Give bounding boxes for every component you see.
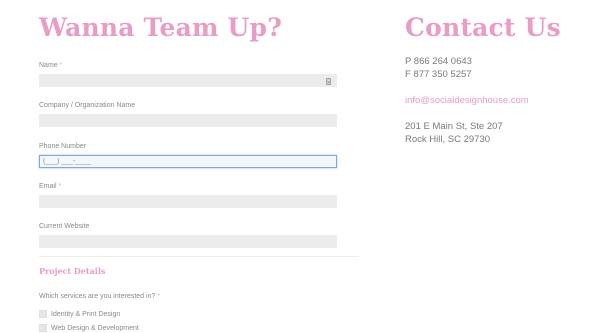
contact-heading: Contact Us [405,13,561,42]
phone-label: Phone Number [39,142,337,151]
email-field-group: Email * [39,182,337,208]
website-label: Current Website [39,222,337,231]
service-option-identity[interactable]: Identity & Print Design [39,310,120,318]
email-label-text: Email [39,183,57,190]
contact-address-line2: Rock Hill, SC 29730 [405,134,491,145]
project-details-title: Project Details [39,266,106,276]
form-heading: Wanna Team Up? [39,13,283,42]
phone-label-text: Phone Number [39,143,87,150]
name-field-group: Name * [39,61,337,87]
name-label-text: Name [39,62,58,69]
contact-fax: F 877 350 5257 [405,69,472,80]
company-label-text: Company / Organization Name [39,102,136,109]
services-question-text: Which services are you interested in? [39,293,156,300]
email-input[interactable] [39,195,337,208]
service-option-label: Identity & Print Design [51,310,121,318]
website-field-group: Current Website [39,222,337,248]
phone-field-group: Phone Number [39,142,337,168]
required-marker: * [59,62,63,69]
contact-address-line1: 201 E Main St, Ste 207 [405,121,503,132]
section-divider [39,256,359,257]
contact-phone: P 866 264 0643 [405,56,472,67]
company-field-group: Company / Organization Name [39,101,337,127]
company-input[interactable] [39,114,337,127]
company-label: Company / Organization Name [39,101,337,110]
name-input[interactable] [39,74,337,87]
contact-card-icon[interactable] [326,78,331,85]
contact-email-link[interactable]: info@socialdesignhouse.com [405,95,529,106]
required-marker: * [58,183,62,190]
identity-checkbox[interactable] [39,310,47,318]
service-option-web[interactable]: Web Design & Development [39,324,139,332]
website-input[interactable] [39,235,337,248]
name-input-wrap [39,74,337,87]
website-label-text: Current Website [39,223,90,230]
web-checkbox[interactable] [39,324,47,332]
service-option-label: Web Design & Development [51,324,139,332]
services-question: Which services are you interested in? * [39,293,160,300]
required-marker: * [157,293,161,300]
name-label: Name * [39,61,337,70]
phone-input[interactable] [39,155,337,168]
email-label: Email * [39,182,337,191]
